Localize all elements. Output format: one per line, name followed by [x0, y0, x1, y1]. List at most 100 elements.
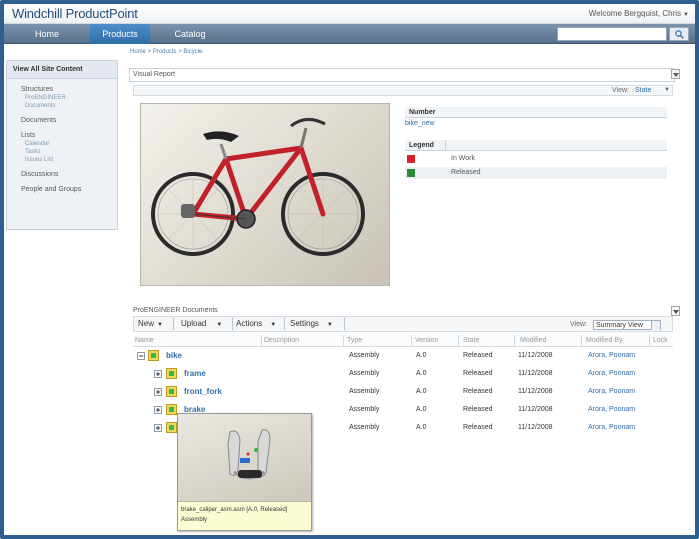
tooltip-caption: brake_caliper_asm.asm [A.0, Released] As… — [178, 501, 311, 530]
row-name-link[interactable]: front_fork — [184, 387, 222, 396]
assembly-icon — [148, 350, 159, 361]
search-button[interactable] — [669, 27, 689, 41]
app-window: Windchill ProductPoint Welcome Bergquist… — [0, 0, 699, 539]
legend-label-in-work: In Work — [451, 155, 475, 162]
sidebar-item-discussions[interactable]: Discussions — [7, 169, 117, 179]
row-version: A.0 — [416, 424, 427, 431]
row-modified: 11/12/2008 — [518, 352, 553, 359]
settings-label: Settings — [290, 319, 319, 328]
chevron-down-icon: ▼ — [326, 322, 333, 328]
row-version: A.0 — [416, 406, 427, 413]
row-state: Released — [463, 406, 493, 413]
visual-report-title: Visual Report — [133, 71, 175, 78]
row-modified-by[interactable]: Arora, Poonam — [588, 424, 635, 431]
tooltip-line1: brake_caliper_asm.asm [A.0, Released] — [181, 507, 288, 513]
expand-toggle[interactable] — [154, 388, 162, 396]
top-bar: Windchill ProductPoint Welcome Bergquist… — [4, 4, 695, 24]
released-swatch — [407, 169, 415, 177]
table-row[interactable]: frame Assembly A.0 Released 11/12/2008 A… — [133, 365, 673, 383]
chevron-down-icon: ▼ — [157, 322, 163, 328]
sidebar-item-documents[interactable]: Documents — [7, 115, 117, 125]
row-modified-by[interactable]: Arora, Poonam — [588, 370, 635, 377]
chevron-down-icon: ▼ — [270, 322, 277, 328]
expand-toggle[interactable] — [154, 424, 162, 432]
row-name-link[interactable]: frame — [184, 369, 206, 378]
column-header-name[interactable]: Name — [135, 335, 262, 347]
column-header-version[interactable]: Version — [415, 335, 459, 347]
row-version: A.0 — [416, 370, 427, 377]
legend-row: Released — [405, 167, 667, 179]
plus-icon — [156, 390, 160, 394]
visual-report-menu-button[interactable] — [671, 69, 680, 79]
new-label: New — [138, 319, 155, 328]
in-work-swatch — [407, 155, 415, 163]
sidebar-item-structures[interactable]: Structures — [7, 84, 117, 94]
row-name-link[interactable]: bike — [166, 351, 182, 360]
global-nav: Home Products Catalog — [4, 24, 695, 44]
plus-icon — [156, 372, 160, 376]
upload-label: Upload — [181, 319, 207, 328]
legend-row: In Work — [405, 153, 667, 165]
view-state-select[interactable]: State — [635, 87, 651, 94]
brake-caliper-thumbnail — [178, 414, 311, 501]
sidebar-subitem-proengineer[interactable]: ProENGINEER — [7, 94, 117, 102]
sidebar-item-people-and-groups[interactable]: People and Groups — [7, 184, 117, 194]
brand-logo[interactable]: Windchill ProductPoint — [12, 6, 138, 21]
tooltip-line2: Assembly — [181, 517, 208, 523]
row-modified: 11/12/2008 — [518, 370, 553, 377]
settings-menu[interactable]: Settings ▼ — [290, 317, 333, 331]
sidebar-subitem-documents[interactable]: Documents — [7, 102, 117, 110]
column-header-state[interactable]: State — [463, 335, 515, 347]
search-input[interactable] — [557, 27, 667, 41]
plus-icon — [156, 408, 160, 412]
column-header-modified-by[interactable]: Modified By — [586, 335, 650, 347]
chevron-down-icon[interactable]: ▼ — [664, 87, 670, 93]
row-version: A.0 — [416, 388, 427, 395]
row-modified-by[interactable]: Arora, Poonam — [588, 388, 635, 395]
assembly-icon — [166, 368, 177, 379]
tab-products[interactable]: Products — [90, 24, 150, 44]
column-header-type[interactable]: Type — [347, 335, 412, 347]
row-version: A.0 — [416, 352, 427, 359]
view-all-site-content-link[interactable]: View All Site Content — [7, 61, 117, 79]
column-header-modified[interactable]: Modified — [520, 335, 582, 347]
new-menu[interactable]: New ▼ — [138, 317, 163, 331]
sidebar-subitem-calendar[interactable]: Calendar — [7, 140, 117, 148]
summary-view-select[interactable]: Summary View — [593, 320, 661, 330]
product-image[interactable] — [140, 103, 390, 286]
chevron-down-icon: ▼ — [683, 12, 689, 18]
brake-caliper-icon — [227, 429, 271, 480]
breadcrumb[interactable]: Home > Products > Bicycle — [130, 49, 202, 55]
sidebar-subitem-tasks[interactable]: Tasks — [7, 148, 117, 156]
tab-home[interactable]: Home — [4, 24, 90, 44]
table-row[interactable]: bike Assembly A.0 Released 11/12/2008 Ar… — [133, 347, 673, 365]
row-type: Assembly — [349, 406, 380, 413]
upload-menu[interactable]: Upload ▼ — [181, 317, 222, 331]
plus-icon — [156, 426, 160, 430]
visual-report-header — [129, 68, 675, 82]
expand-toggle[interactable] — [154, 370, 162, 378]
collapse-toggle[interactable] — [137, 352, 145, 360]
row-modified: 11/12/2008 — [518, 388, 553, 395]
sidebar-item-lists[interactable]: Lists — [7, 130, 117, 140]
sidebar-subitem-issues-list[interactable]: Issues List — [7, 156, 117, 164]
table-row[interactable]: front_fork Assembly A.0 Released 11/12/2… — [133, 383, 673, 401]
row-modified: 11/12/2008 — [518, 406, 553, 413]
welcome-menu[interactable]: Welcome Bergquist, Chris ▼ — [589, 9, 689, 18]
documents-menu-button[interactable] — [671, 306, 680, 316]
actions-label: Actions — [236, 319, 263, 328]
actions-menu[interactable]: Actions ▼ — [236, 317, 276, 331]
column-header-lock[interactable]: Lock — [653, 335, 672, 347]
bicycle-icon — [151, 118, 365, 256]
column-header-description[interactable]: Description — [264, 335, 344, 347]
expand-toggle[interactable] — [154, 406, 162, 414]
tab-catalog[interactable]: Catalog — [150, 24, 230, 44]
row-modified-by[interactable]: Arora, Poonam — [588, 352, 635, 359]
row-type: Assembly — [349, 352, 380, 359]
number-value-link[interactable]: bike_new — [405, 120, 435, 127]
documents-view-label: View: — [570, 321, 587, 328]
assembly-icon — [166, 422, 177, 433]
documents-title: ProENGINEER Documents — [133, 307, 218, 314]
legend-label-released: Released — [451, 169, 481, 176]
row-modified-by[interactable]: Arora, Poonam — [588, 406, 635, 413]
